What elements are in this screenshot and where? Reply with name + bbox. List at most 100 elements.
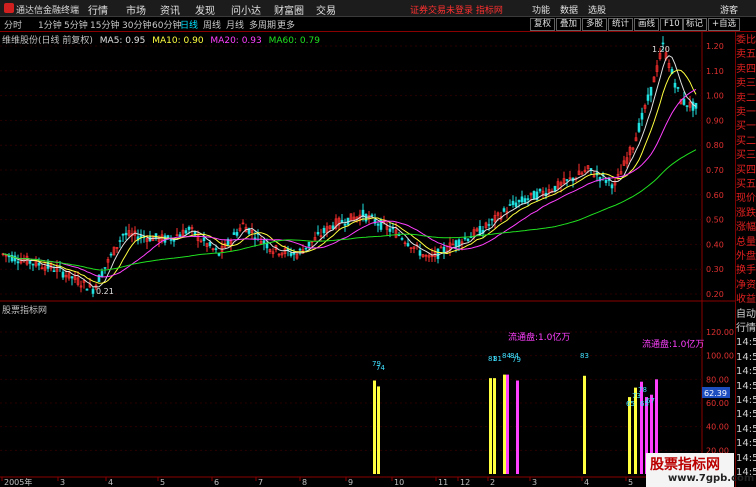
candle-body [439,246,443,249]
candle-body [400,238,404,240]
candle-body [178,234,182,237]
side-panel-item: 买二 [736,135,756,147]
candle-body [70,276,74,279]
candle-body [340,219,344,223]
side-panel-item: 买一 [736,121,756,133]
candle-body [154,233,158,239]
indicator-bar [516,380,519,474]
date-tick-label: 7 [258,478,263,487]
price-tick-label: 1.10 [706,67,724,76]
candle-body [391,227,395,230]
candle-body [331,225,335,229]
candle-body [454,240,458,247]
high-price-mark: 1.20 [652,45,670,54]
candle-body [673,82,677,88]
price-tick-label: 1.00 [706,92,724,101]
side-panel-item: 买五 [736,179,756,190]
candle-body [262,240,266,244]
indicator-tick-label: 120.00 [706,328,734,337]
indicator-value-label: 81 [493,355,502,363]
indicator-bar [373,380,376,474]
date-tick-label: 12 [460,478,470,487]
candle-body [91,288,95,294]
side-panel-item: 14:55 [736,438,756,450]
candle-body [514,202,518,207]
candle-body [202,237,206,242]
candle-body [637,122,641,132]
candle-body [214,248,218,250]
indicator-tick-label: 80.00 [706,375,729,384]
indicator-tick-label: 60.00 [706,399,729,408]
candle-body [208,242,212,247]
indicator-tick-label: 100.00 [706,352,734,361]
candle-body [37,262,41,266]
candle-body [118,240,122,242]
candle-body [682,98,686,105]
candle-body [163,235,167,243]
candle-body [187,226,191,230]
indicator-bar [503,374,506,474]
candle-body [487,224,491,226]
side-panel-item: 14:55 [736,452,756,464]
indicator-bar [377,386,380,474]
date-tick-label: 8 [302,478,307,487]
side-panel-item: 14:55 [736,423,756,435]
quote-side-panel[interactable]: 委比 卖五 卖四 卖三 卖二 卖一 买一 买二 买三 买四 买五 现价 涨跌 涨幅 总量 外盘 换手 净资 收益 自动… [735,32,756,487]
candle-body [343,223,347,226]
watermark-main: 股票指标网 [650,457,720,473]
indicator-value-label: 65 [626,400,635,408]
candle-body [502,208,506,212]
date-tick-label: 3 [532,478,537,487]
candle-body [370,214,374,217]
indicator-value-label: 78 [638,386,647,394]
float-share-annotation-1: 流通盘:1.0亿万 [508,331,570,343]
candle-body [418,250,422,256]
date-axis: 2005年 3 4 5 6 7 8 9 10 11 12 2 3 4 5 [1,477,633,487]
indicator-value-label: 67 [646,397,655,405]
date-tick-label: 4 [108,478,113,487]
candle-body [526,198,530,200]
candle-body [685,105,689,107]
candle-body [517,199,521,203]
candle-body [31,263,35,266]
candle-body [388,228,392,232]
candlestick-series [1,36,698,298]
candle-body [322,228,326,234]
date-tick-label: 5 [160,478,165,487]
moving-average-lines [2,55,697,288]
candle-body [298,248,302,251]
watermark-url: www.7gpb.com [668,473,755,484]
candle-body [553,185,557,192]
side-panel-item: 涨幅 [736,222,756,234]
candle-body [397,234,401,237]
side-panel-item: 卖五 [736,49,756,61]
candle-body [523,198,527,203]
candle-body [304,247,308,250]
stock-chart[interactable]: 1.20 1.10 1.00 0.90 0.80 0.70 0.60 0.50 0.40 0.30… [0,0,756,487]
side-panel-item: 现价 [736,193,756,205]
candle-body [232,232,236,235]
ma-line [2,69,697,284]
price-tick-label: 0.70 [706,166,724,175]
candle-body [100,271,104,278]
side-panel-item: 外盘 [736,251,756,262]
side-panel-item: 收益 [736,294,756,306]
side-panel-item: 委比 [736,35,756,46]
candle-body [520,196,524,203]
indicator-value-label: 79 [512,356,521,364]
candle-body [442,246,446,253]
side-panel-item: 换手 [736,265,756,277]
price-tick-label: 0.60 [706,191,724,200]
side-panel-item: 14:55 [736,380,756,392]
candle-body [466,238,470,241]
date-tick-label: 2 [490,478,495,487]
indicator-bar [493,378,496,474]
side-panel-item: 14:55 [736,351,756,363]
candle-body [646,94,650,101]
side-panel-item: 买三 [736,150,756,162]
side-panel-item: 总量 [736,236,756,248]
ma-line [2,55,697,288]
price-tick-label: 0.80 [706,141,724,150]
candle-body [565,179,569,181]
side-panel-item: 卖三 [736,78,756,90]
